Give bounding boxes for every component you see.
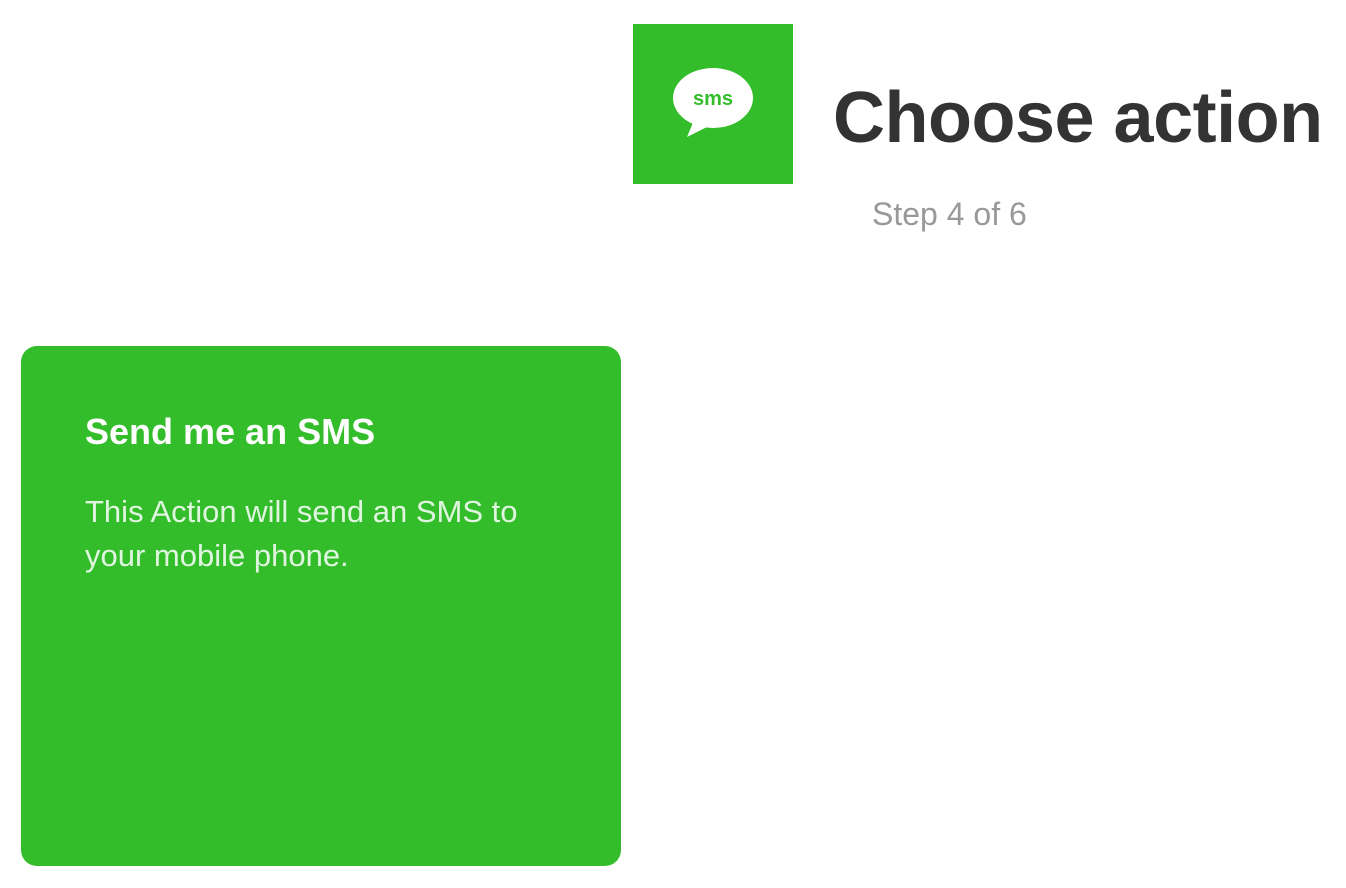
step-indicator: Step 4 of 6 bbox=[872, 196, 1027, 232]
sms-speech-bubble-icon: sms bbox=[673, 68, 753, 137]
sms-icon-text: sms bbox=[693, 88, 733, 110]
action-card-send-sms[interactable]: Send me an SMS This Action will send an … bbox=[21, 346, 621, 866]
action-card-title: Send me an SMS bbox=[85, 411, 376, 452]
page-title: Choose action bbox=[833, 78, 1323, 158]
action-card-description: This Action will send an SMS to your mob… bbox=[85, 494, 518, 573]
sms-service-logo: sms bbox=[633, 24, 793, 184]
